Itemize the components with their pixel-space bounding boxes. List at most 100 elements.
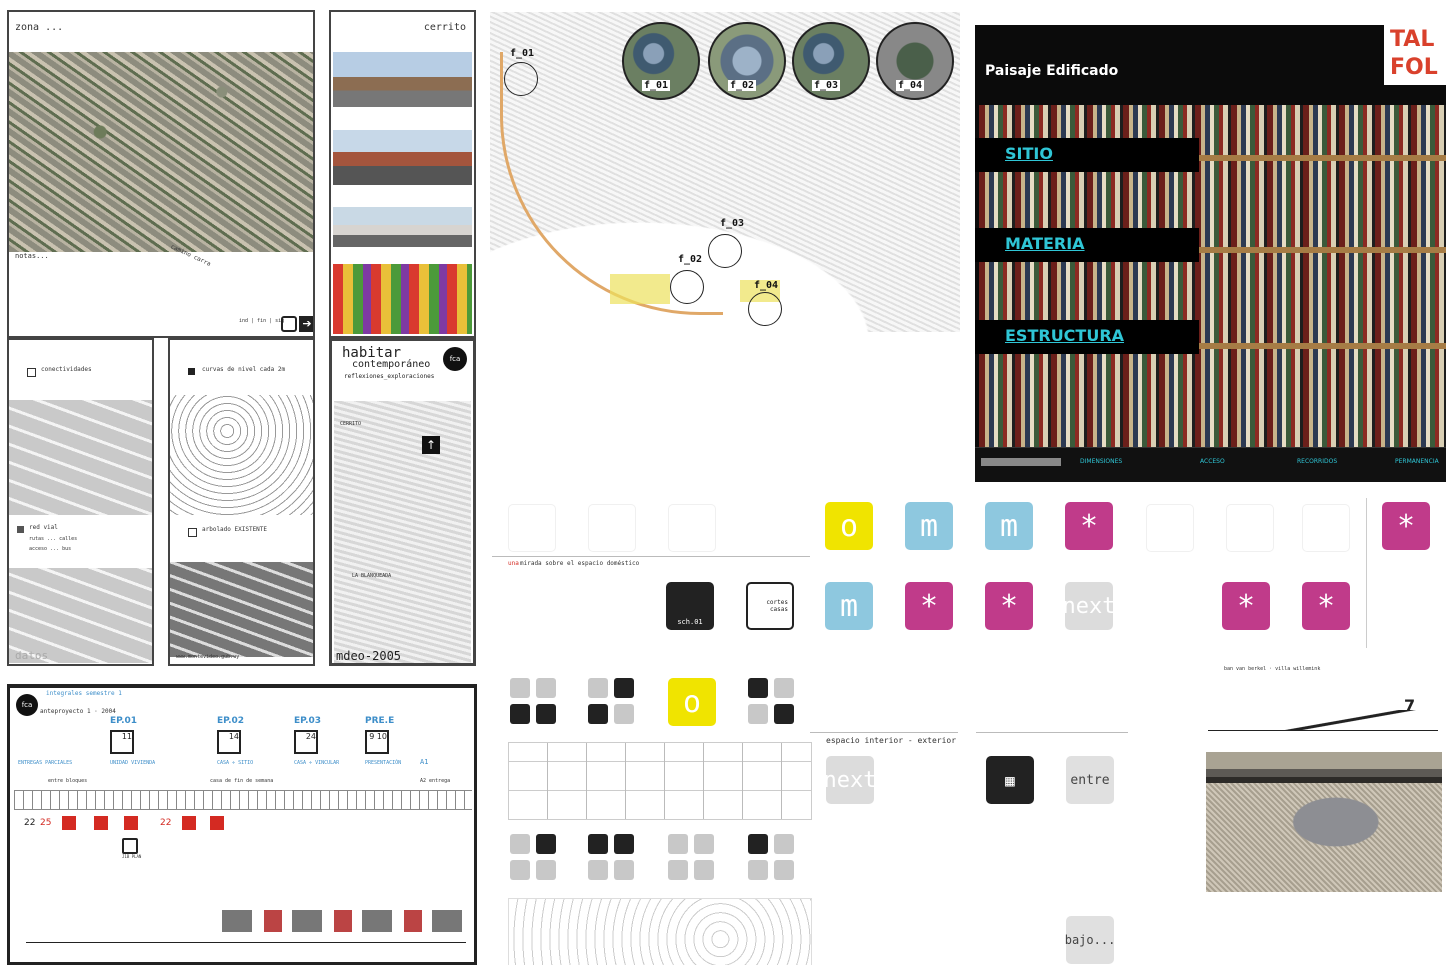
link-sitio[interactable]: SITIO — [975, 138, 1199, 172]
link-estructura[interactable]: ESTRUCTURA — [975, 320, 1199, 354]
tile-blue-m-2[interactable]: m — [985, 502, 1033, 550]
ghost-tile — [1146, 504, 1194, 552]
tile-magenta-star-5[interactable]: * — [1222, 582, 1270, 630]
bay-map-panel: f_01 f_02 f_03 f_04 f_01 f_02 f_03 f_04 — [490, 12, 960, 332]
nav-small-text: ind | fin | sig — [239, 318, 285, 324]
row-text-4: A2 entrega — [420, 778, 451, 784]
mini-tile — [536, 860, 556, 880]
marker-label-f04: f_04 — [754, 280, 779, 291]
ghost-tile — [668, 504, 716, 552]
link-entregas[interactable]: ENTREGAS PARCIALES — [18, 760, 72, 766]
mini-tile — [748, 704, 768, 724]
street-photo-3 — [333, 207, 472, 247]
zona-title: zona ... — [15, 22, 64, 33]
fca-badge[interactable]: fca — [443, 347, 467, 371]
stage-box-4: 9 10 — [365, 730, 389, 754]
mini-tile — [536, 704, 556, 724]
mini-tile — [536, 834, 556, 854]
tile-legend[interactable]: cortes casas — [746, 582, 794, 630]
link-casa-sitio[interactable]: CASA ÷ SITIO — [217, 760, 253, 766]
tile-keypad[interactable]: ▦ — [986, 756, 1034, 804]
tile-next-2[interactable]: next — [824, 756, 877, 804]
tile-yellow-o-center[interactable]: o — [668, 678, 716, 726]
footer-nav-dimensiones[interactable]: DIMENSIONES — [1080, 458, 1122, 465]
marker-ring-f04[interactable] — [748, 292, 782, 326]
notes-label: notas... — [15, 252, 49, 260]
zona-panel: zona ... notas... camino carra ind | fin… — [7, 10, 315, 338]
caption-rest: mirada sobre el espacio doméstico — [520, 560, 640, 567]
mini-tile — [588, 860, 608, 880]
date-25: 25 — [40, 818, 52, 828]
footer-nav-acceso[interactable]: ACCESO — [1200, 458, 1225, 465]
habitar-subtitle: contemporáneo — [352, 359, 431, 370]
ghost-tile — [588, 504, 636, 552]
label-rutas: rutas ... calles — [29, 536, 78, 542]
street-photo-2 — [333, 130, 472, 185]
arrow-right-icon[interactable]: ➔ — [299, 316, 313, 332]
stage-ep01[interactable]: EP.01 — [110, 716, 137, 726]
bus-icon[interactable] — [281, 316, 297, 332]
divider-v — [1366, 498, 1367, 648]
tile-magenta-star-4[interactable]: * — [985, 582, 1033, 630]
link-presentacion[interactable]: PRESENTACIÓN — [365, 760, 401, 766]
marker-ring-f03[interactable] — [708, 234, 742, 268]
link-casa-vincular[interactable]: CASA ÷ VINCULAR — [294, 760, 339, 766]
checkbox-red-vial[interactable] — [17, 526, 24, 533]
tile-entre[interactable]: entre — [1066, 756, 1114, 804]
red-mark-4[interactable] — [182, 816, 196, 830]
topographic-map — [170, 395, 313, 515]
row-text-3: A1 — [420, 758, 429, 766]
marker-ring-f02[interactable] — [670, 270, 704, 304]
link-unidad[interactable]: UNIDAD VIVIENDA — [110, 760, 155, 766]
tile-yellow-o[interactable]: o — [825, 502, 873, 550]
tile-blue-m-3[interactable]: m — [825, 582, 873, 630]
checkbox-arbolado[interactable] — [188, 528, 197, 537]
timeline-badge[interactable]: fca — [16, 694, 38, 716]
checkbox-conectividades[interactable] — [27, 368, 36, 377]
market-photo — [333, 264, 472, 334]
stage-ep02[interactable]: EP.02 — [217, 716, 244, 726]
section-number: 7 — [1404, 696, 1416, 715]
label-curvas: curvas de nivel cada 2m — [202, 366, 286, 373]
link-materia[interactable]: MATERIA — [975, 228, 1199, 262]
tile-bajo[interactable]: bajo... — [1065, 916, 1115, 964]
tile-magenta-star-2[interactable]: * — [1382, 502, 1430, 550]
footer-nav-recorridos[interactable]: RECORRIDOS — [1297, 458, 1337, 465]
tile-magenta-star-3[interactable]: * — [905, 582, 953, 630]
datos-label: datos — [15, 649, 49, 662]
habitar-footer: mdeo-2005 — [336, 649, 402, 663]
stage-pree[interactable]: PRE.E — [365, 716, 394, 726]
stage-ep03[interactable]: EP.03 — [294, 716, 321, 726]
floor-plan-drawing — [508, 742, 812, 820]
caption-line-1 — [492, 556, 810, 557]
circle-label-f03: f_03 — [812, 80, 841, 91]
bus-small-icon — [122, 838, 138, 854]
red-mark-1[interactable] — [62, 816, 76, 830]
stage-box-1: 11 — [110, 730, 134, 754]
marker-ring-f01[interactable] — [504, 62, 538, 96]
up-arrow-icon[interactable]: ↑ — [422, 436, 440, 454]
checkbox-curvas[interactable] — [188, 368, 195, 375]
legend-cortes: cortes — [766, 599, 788, 606]
legend-casas: casas — [769, 606, 788, 613]
aerial-photo — [9, 52, 313, 252]
mini-tile — [668, 834, 688, 854]
tile-blue-m-1[interactable]: m — [905, 502, 953, 550]
red-mark-3[interactable] — [124, 816, 138, 830]
caption-line-3 — [976, 732, 1128, 733]
footer-nav-permanencia[interactable]: PERMANENCIA — [1395, 458, 1439, 465]
paisaje-title: Paisaje Edificado — [985, 63, 1119, 79]
red-mark-5[interactable] — [210, 816, 224, 830]
mini-tile — [536, 678, 556, 698]
red-mark-2[interactable] — [94, 816, 108, 830]
caption-prefix: una — [508, 560, 519, 567]
timeline-ruler — [14, 790, 472, 810]
house-caption: ban van berkel · villa willemink — [1224, 666, 1321, 672]
tile-next-1[interactable]: next — [1063, 582, 1116, 630]
paisaje-panel: Paisaje Edificado TAL FOL SITIO MATERIA … — [975, 25, 1446, 482]
tile-sch01[interactable]: sch.01 — [666, 582, 714, 630]
caption-line-2 — [810, 732, 958, 733]
tile-magenta-star-1[interactable]: * — [1065, 502, 1113, 550]
tile-magenta-star-6[interactable]: * — [1302, 582, 1350, 630]
mini-tile — [774, 704, 794, 724]
